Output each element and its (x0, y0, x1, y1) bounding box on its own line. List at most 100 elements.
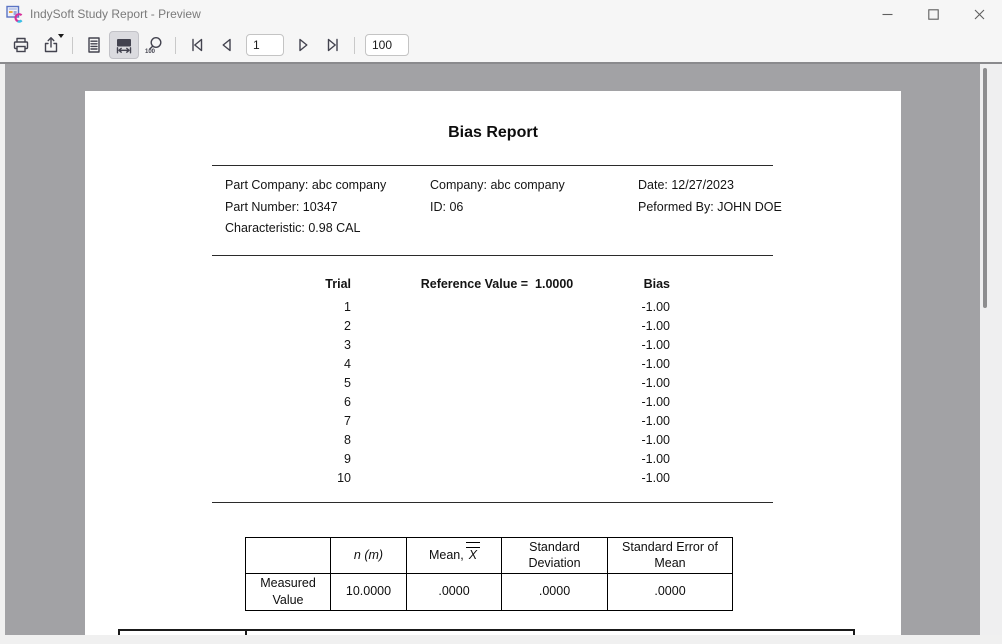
trial-rows: 1 -1.00 2-1.00 3 -1.00 4 -1.00 5 -1.00 6 -1.0… (85, 298, 901, 488)
bias-value: -1.00 (505, 298, 670, 317)
print-icon (11, 35, 31, 55)
divider (212, 165, 773, 166)
last-page-icon (323, 35, 343, 55)
trial-row: 10 -1.00 (85, 469, 901, 488)
empty-header-cell (246, 538, 331, 574)
statistics-table: n (m) Mean,X Standard Deviation Standard… (245, 537, 733, 611)
print-button[interactable] (6, 31, 36, 59)
export-icon (41, 35, 61, 55)
company-field: Company: abc company (430, 175, 565, 197)
maximize-button[interactable] (910, 0, 956, 28)
trial-row: 4 -1.00 (85, 355, 901, 374)
bias-value: -1.00 (505, 450, 670, 469)
page-width-button[interactable] (109, 31, 139, 59)
next-page-icon (293, 35, 313, 55)
characteristic-field: Characteristic: 0.98 CAL (225, 218, 386, 240)
maximize-icon (928, 9, 939, 20)
part-company-field: Part Company: abc company (225, 175, 386, 197)
zoom-100-button[interactable]: 100 (139, 31, 169, 59)
zoom-100-icon: 100 (144, 35, 164, 55)
trial-number: 9 (85, 450, 351, 469)
next-page-button[interactable] (288, 31, 318, 59)
trial-number: 4 (85, 355, 351, 374)
window-title: IndySoft Study Report - Preview (30, 7, 201, 21)
zoom-100-icon-label: 100 (145, 49, 156, 55)
preview-area: Bias Report Part Company: abc company Pa… (0, 62, 1002, 644)
window-controls (864, 0, 1002, 28)
report-title: Bias Report (85, 124, 901, 142)
id-field: ID: 06 (430, 197, 565, 219)
page-width-icon (114, 35, 134, 55)
trial-row: 9 -1.00 (85, 450, 901, 469)
std-deviation-header-cell: Standard Deviation (502, 538, 608, 574)
bias-value: -1.00 (505, 469, 670, 488)
next-table-divider (245, 631, 247, 635)
report-info-column-3: Date: 12/27/2023 Peformed By: JOHN DOE (638, 175, 782, 218)
bias-value: -1.00 (505, 374, 670, 393)
trial-number: 7 (85, 412, 351, 431)
previous-page-icon (217, 35, 237, 55)
first-page-icon (187, 35, 207, 55)
scrollbar-thumb[interactable] (983, 68, 987, 308)
bias-value: -1.00 (505, 393, 670, 412)
minimize-button[interactable] (864, 0, 910, 28)
app-icon (6, 5, 24, 23)
toolbar: 100 (0, 28, 1002, 62)
sem-value-cell: .0000 (608, 573, 733, 610)
whole-page-button[interactable] (79, 31, 109, 59)
date-field: Date: 12/27/2023 (638, 175, 782, 197)
export-button[interactable] (36, 31, 66, 59)
trial-number: 1 (85, 298, 351, 317)
std-value-cell: .0000 (502, 573, 608, 610)
bias-value: -1.00 (505, 336, 670, 355)
trial-row: 5 -1.00 (85, 374, 901, 393)
trial-row: 8 -1.00 (85, 431, 901, 450)
page-number-input[interactable] (246, 34, 284, 56)
last-page-button[interactable] (318, 31, 348, 59)
n-value-cell: 10.0000 (331, 573, 407, 610)
report-page: Bias Report Part Company: abc company Pa… (85, 91, 901, 635)
n-m-header-cell: n (m) (331, 538, 407, 574)
close-button[interactable] (956, 0, 1002, 28)
toolbar-separator (175, 37, 176, 54)
close-icon (974, 9, 985, 20)
trial-row: 3 -1.00 (85, 336, 901, 355)
trial-row: 1 -1.00 (85, 298, 901, 317)
first-page-button[interactable] (182, 31, 212, 59)
trial-number: 6 (85, 393, 351, 412)
statistics-header-row: n (m) Mean,X Standard Deviation Standard… (246, 538, 733, 574)
bias-value: -1.00 (505, 355, 670, 374)
std-error-header-cell: Standard Error of Mean (608, 538, 733, 574)
x-double-bar-symbol: X (467, 547, 479, 563)
bias-value: -1.00 (505, 431, 670, 450)
trial-number: 5 (85, 374, 351, 393)
trial-column-header: Trial (85, 277, 351, 291)
title-bar: IndySoft Study Report - Preview (0, 0, 1002, 28)
trial-table-header: Trial Reference Value = 1.0000 Bias (85, 277, 901, 294)
trial-number: 10 (85, 469, 351, 488)
part-number-field: Part Number: 10347 (225, 197, 386, 219)
bias-value: -1.00 (505, 317, 670, 336)
previous-page-button[interactable] (212, 31, 242, 59)
trial-number: 8 (85, 431, 351, 450)
mean-header-cell: Mean,X (407, 538, 502, 574)
trial-row: 2-1.00 (85, 317, 901, 336)
report-info-column-1: Part Company: abc company Part Number: 1… (225, 175, 386, 240)
vertical-scrollbar[interactable] (980, 64, 1002, 635)
trial-row: 7 -1.00 (85, 412, 901, 431)
whole-page-icon (84, 35, 104, 55)
report-info-column-2: Company: abc company ID: 06 (430, 175, 565, 218)
bias-value: -1.00 (505, 412, 670, 431)
statistics-data-row: Measured Value 10.0000 .0000 .0000 .0000 (246, 573, 733, 610)
zoom-level-input[interactable] (365, 34, 409, 56)
mean-value-cell: .0000 (407, 573, 502, 610)
divider (212, 255, 773, 256)
document-viewport[interactable]: Bias Report Part Company: abc company Pa… (5, 64, 980, 635)
bias-column-header: Bias (505, 277, 670, 291)
performed-by-field: Peformed By: JOHN DOE (638, 197, 782, 219)
trial-number: 3 (85, 336, 351, 355)
minimize-icon (882, 9, 893, 20)
next-table-partial (118, 629, 855, 635)
mean-label: Mean, (429, 548, 464, 562)
export-dropdown-icon[interactable] (58, 34, 64, 38)
